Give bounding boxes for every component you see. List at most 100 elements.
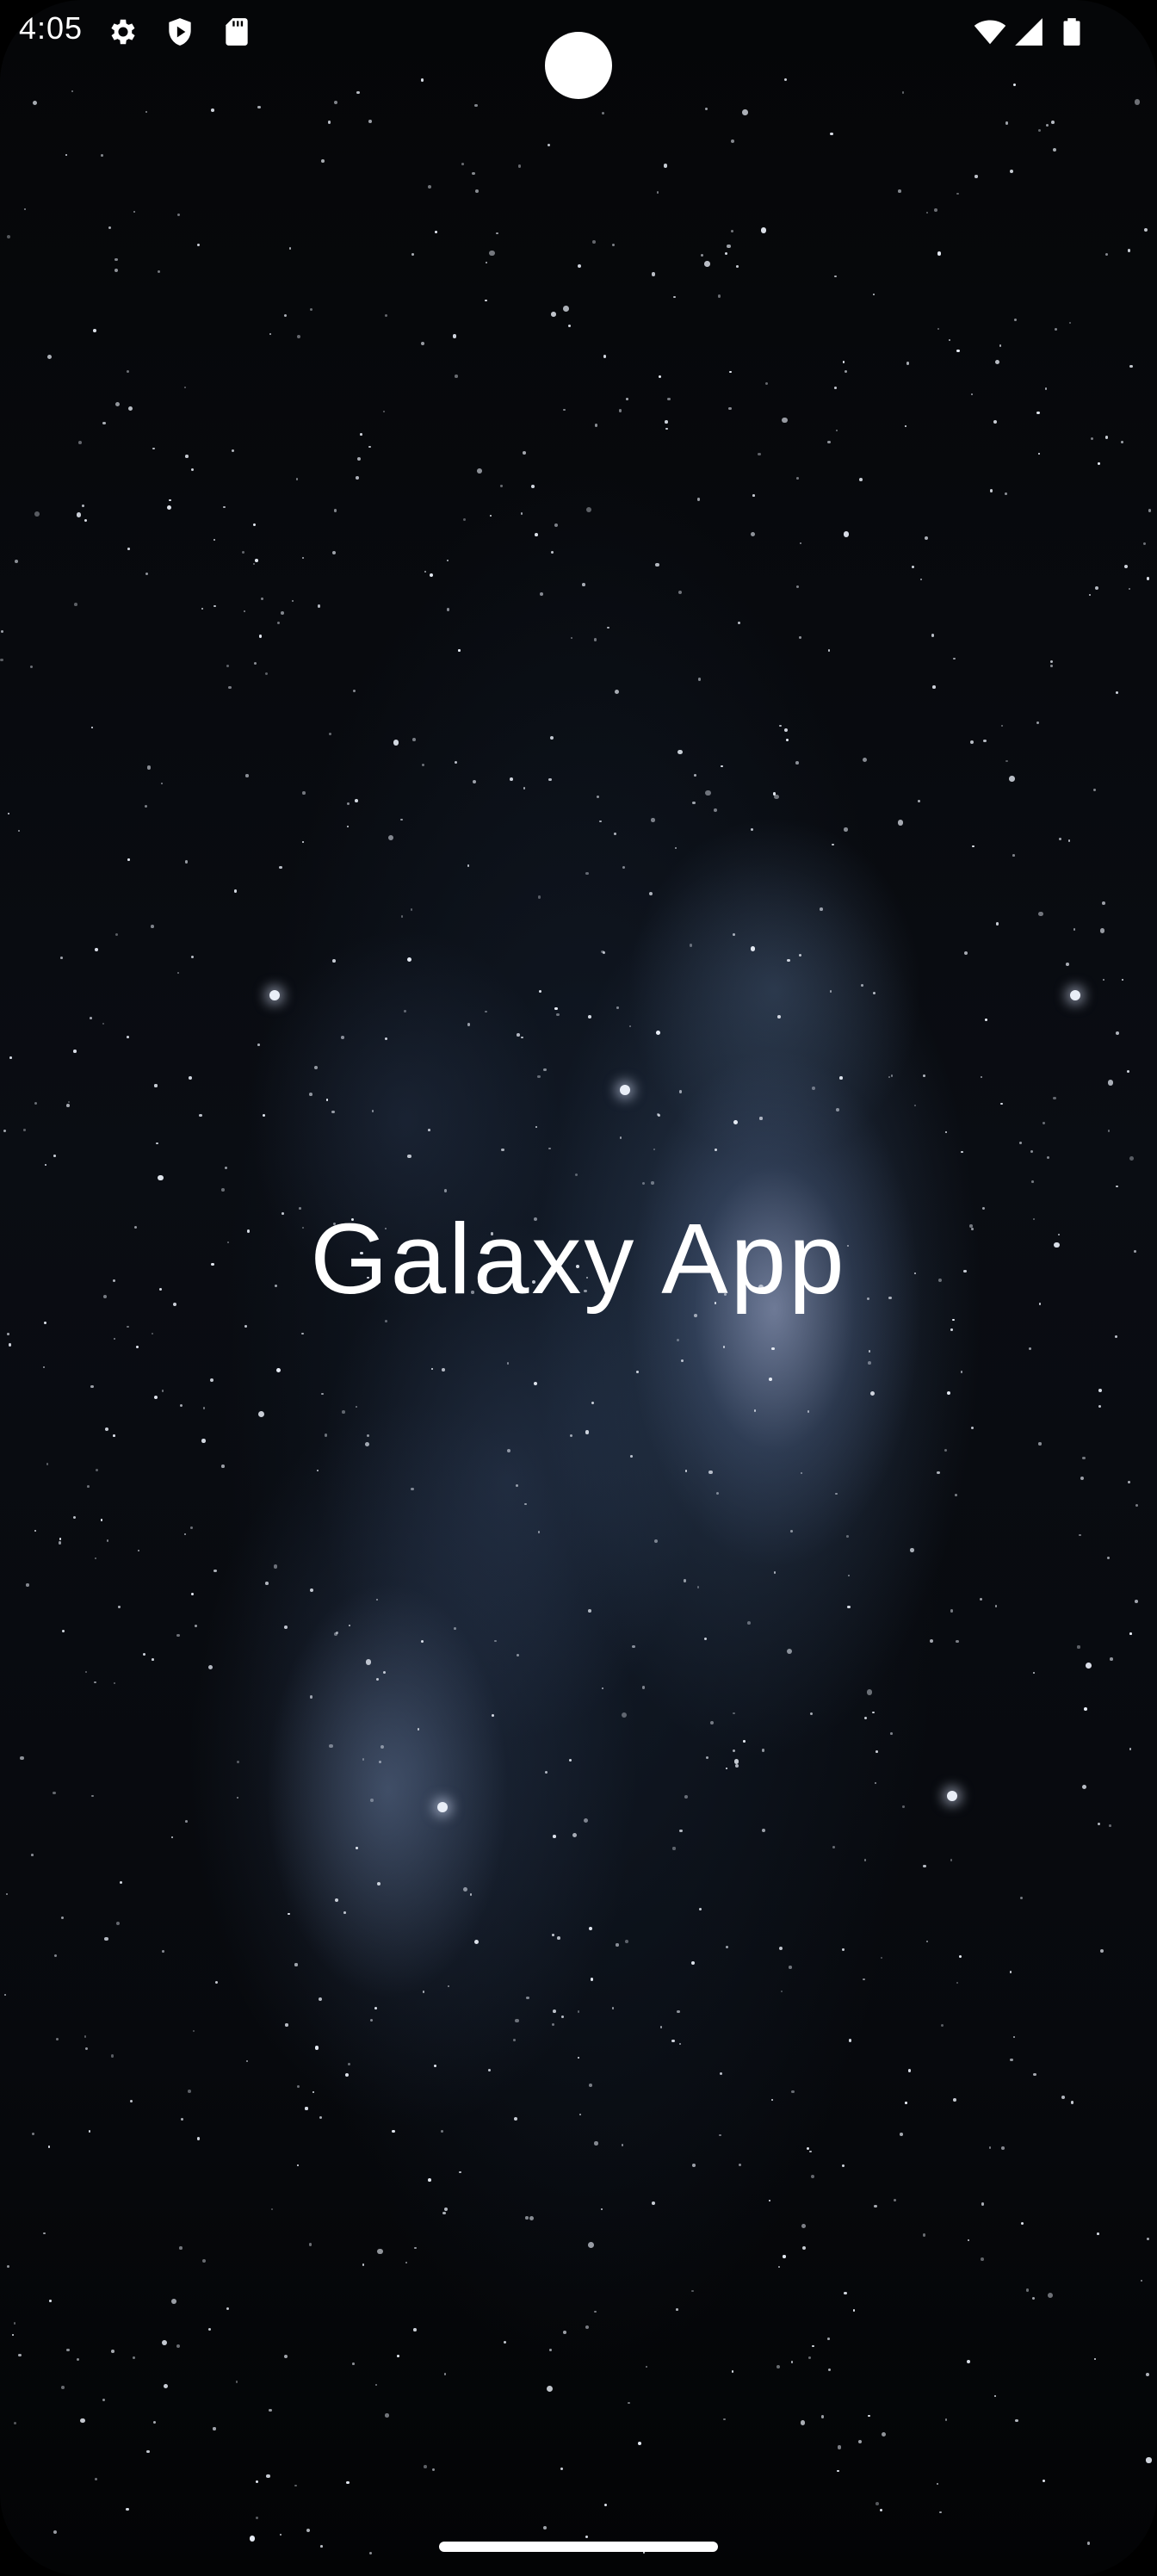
star [513, 2116, 518, 2121]
star [801, 2224, 807, 2228]
star [422, 1991, 425, 1993]
star [152, 1333, 154, 1335]
star [1129, 364, 1133, 368]
star [447, 1985, 449, 1987]
star [632, 1644, 635, 1649]
star [768, 2199, 770, 2201]
star [316, 1470, 319, 1472]
star [1094, 586, 1098, 591]
star [265, 1582, 269, 1585]
star [773, 1571, 776, 1574]
star [376, 1598, 379, 1601]
star [8, 813, 10, 815]
star [964, 951, 968, 955]
star [1038, 452, 1041, 455]
star [619, 1136, 622, 1139]
star [407, 957, 412, 963]
star [989, 2146, 992, 2149]
star [552, 1934, 554, 1936]
star [23, 1129, 26, 1131]
star [671, 2039, 675, 2043]
star [708, 1470, 713, 1475]
star [417, 1728, 420, 1731]
star [1073, 928, 1076, 931]
star [934, 207, 937, 212]
star [366, 1434, 369, 1437]
star [1123, 564, 1128, 568]
star [800, 2420, 806, 2425]
star [118, 1606, 121, 1608]
front-camera-cutout [545, 32, 612, 99]
star [967, 2239, 969, 2242]
star [156, 1142, 158, 1145]
star [911, 566, 914, 569]
star [993, 419, 998, 424]
star [88, 2130, 91, 2133]
star [737, 621, 741, 625]
star [387, 834, 393, 840]
star [34, 1529, 37, 1533]
star [810, 2174, 815, 2179]
star [599, 820, 602, 823]
star [723, 2418, 726, 2421]
star [585, 507, 591, 513]
star [535, 533, 539, 536]
star [411, 1487, 414, 1491]
star [551, 551, 554, 554]
star [835, 1492, 838, 1495]
home-indicator[interactable] [439, 2542, 718, 2552]
star [983, 740, 987, 743]
star [1128, 1480, 1131, 1483]
star [812, 1087, 815, 1091]
star [236, 1797, 238, 1799]
star [114, 257, 118, 262]
star [431, 2468, 435, 2471]
star [665, 427, 668, 430]
star [808, 2356, 812, 2359]
star [1122, 978, 1124, 981]
star [13, 2322, 16, 2325]
star [162, 1950, 164, 1953]
star [1082, 1456, 1086, 1460]
star [1000, 1102, 1003, 1105]
star [761, 1828, 765, 1832]
star [970, 1426, 974, 1430]
star [1080, 1477, 1085, 1481]
star [334, 1632, 337, 1636]
star [78, 441, 83, 445]
star [410, 908, 412, 911]
star [441, 2129, 444, 2133]
star [563, 306, 570, 313]
star [709, 1720, 714, 1725]
star [473, 779, 477, 783]
star [981, 2202, 985, 2207]
star [654, 1539, 659, 1544]
star [314, 2046, 319, 2050]
star [308, 2243, 312, 2246]
star [376, 1882, 381, 1886]
star [827, 2368, 832, 2372]
star [208, 1665, 213, 1670]
star [202, 1406, 206, 1409]
star [790, 2090, 795, 2094]
star [570, 1434, 573, 1437]
star [463, 1887, 467, 1892]
star [585, 2325, 589, 2329]
star [253, 661, 257, 666]
star [1014, 319, 1017, 322]
star [235, 2380, 238, 2383]
star [133, 211, 136, 214]
star [1012, 2035, 1016, 2039]
star [475, 189, 479, 193]
star [183, 1533, 187, 1536]
star [154, 1395, 158, 1399]
star [81, 504, 84, 507]
star [84, 2034, 87, 2038]
star [798, 953, 802, 957]
star [176, 971, 180, 974]
star [799, 542, 801, 544]
star [1038, 911, 1043, 917]
star [490, 514, 492, 517]
star [473, 103, 478, 108]
star [334, 1898, 338, 1902]
